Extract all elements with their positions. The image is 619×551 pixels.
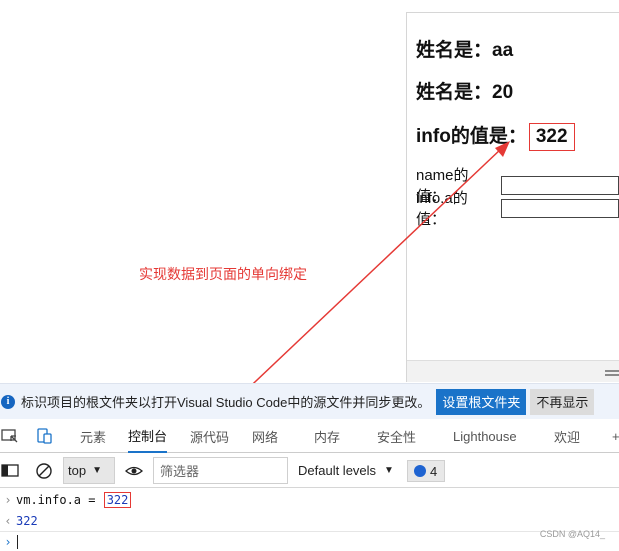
tab-security[interactable]: 安全性 [377,419,416,453]
name-value: aa [492,40,514,61]
info-line: info的值是： 322 [416,121,575,151]
device-emulation-icon[interactable] [35,419,55,453]
panel-resize-handle[interactable] [407,360,619,382]
age-value: 20 [492,82,514,103]
name-label: 姓名是： [416,40,493,61]
age-label: 姓名是： [416,82,493,103]
page-preview: 姓名是：aa 姓名是：20 info的值是： 322 name的值： info.a… [406,12,619,382]
text-cursor [17,534,18,549]
console-result-line: ‹ 322 [0,511,619,531]
chevron-down-icon: ▼ [384,465,394,476]
info-label: info的值是： [416,126,527,147]
resize-grip-icon [605,370,619,376]
console-prompt[interactable]: › [0,531,619,551]
dont-show-again-button[interactable]: 不再显示 [530,388,595,415]
prompt-chevron-icon: › [4,534,12,549]
tab-welcome[interactable]: 欢迎 [554,419,580,453]
info-a-input[interactable] [500,198,619,218]
more-tabs-button[interactable]: + [612,419,619,453]
info-value: 322 [528,123,575,151]
filter-input[interactable]: 筛选器 [153,457,288,484]
devtools-tabs: 元素 控制台 源代码 网络 内存 安全性 Lighthouse 欢迎 + [0,419,619,453]
info-a-form-row: info.a的值： [416,187,619,229]
issues-count: 4 [430,463,438,479]
console-input-line: › vm.info.a = 322 [0,490,619,510]
command-text: vm.info.a = [16,493,103,507]
context-select[interactable]: top ▼ [63,457,115,484]
notice-bar: i 标识项目的根文件夹以打开Visual Studio Code中的源文件并同步… [0,383,619,419]
inspect-icon[interactable] [0,419,20,453]
log-levels-value: Default levels [298,463,377,478]
age-line: 姓名是：20 [416,77,513,104]
watermark: CSDN @AQ14_ [539,529,605,539]
info-a-input-label: info.a的值： [416,190,468,228]
annotation-text: 实现数据到页面的单向绑定 [139,266,307,282]
set-root-folder-button[interactable]: 设置根文件夹 [436,388,527,415]
tab-elements[interactable]: 元素 [80,419,106,453]
live-expression-icon[interactable] [124,453,144,488]
log-levels-select[interactable]: Default levels ▼ [298,453,394,488]
sidebar-toggle-icon[interactable] [0,453,20,488]
console-output: › vm.info.a = 322 ‹ 322 › CSDN @AQ14_ [0,488,619,549]
name-line: 姓名是：aa [416,35,513,62]
tab-console[interactable]: 控制台 [128,419,168,453]
context-value: top [68,463,87,478]
command-value: 322 [103,492,132,508]
result-chevron-icon: ‹ [4,514,12,528]
notice-text: 标识项目的根文件夹以打开Visual Studio Code中的源文件并同步更改… [21,395,431,410]
tab-memory[interactable]: 内存 [314,419,340,453]
result-value: 322 [16,514,38,528]
tab-lighthouse[interactable]: Lighthouse [453,419,517,453]
tab-network[interactable]: 网络 [252,419,278,453]
filter-placeholder: 筛选器 [160,464,200,479]
message-icon [414,465,426,477]
console-toolbar: top ▼ 筛选器 Default levels ▼ 4 [0,453,619,488]
tab-sources[interactable]: 源代码 [190,419,229,453]
issues-counter[interactable]: 4 [407,460,445,482]
input-chevron-icon: › [4,493,12,507]
chevron-down-icon: ▼ [92,465,102,476]
clear-console-icon[interactable] [34,453,54,488]
info-icon: i [1,394,15,409]
